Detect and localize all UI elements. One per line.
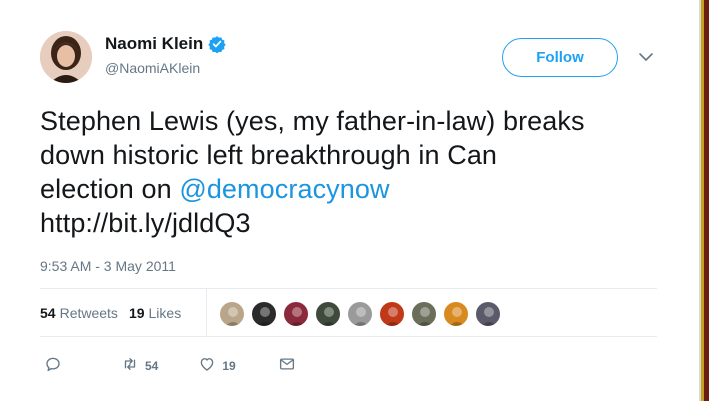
tweet-text-segment: election on bbox=[40, 174, 180, 204]
mention-link[interactable]: @democracynow bbox=[179, 174, 389, 204]
like-count: 19 bbox=[222, 358, 236, 373]
url-link[interactable]: http://bit.ly/jdldQ3 bbox=[40, 206, 660, 240]
user-handle[interactable]: @NaomiAKlein bbox=[105, 60, 200, 76]
liker-avatar-6[interactable] bbox=[379, 301, 405, 327]
tweet-text: Stephen Lewis (yes, my father-in-law) br… bbox=[40, 104, 660, 240]
likes-label: Likes bbox=[148, 305, 182, 321]
retweets-stat[interactable]: 54 Retweets bbox=[40, 305, 118, 321]
liker-avatar-7[interactable] bbox=[411, 301, 437, 327]
direct-message-button[interactable] bbox=[278, 355, 296, 376]
author-name-row[interactable]: Naomi Klein bbox=[105, 34, 226, 54]
liker-avatar-9[interactable] bbox=[475, 301, 501, 327]
page-edge bbox=[699, 0, 709, 401]
tweet-actions: 54 19 bbox=[44, 355, 296, 376]
reply-icon bbox=[44, 355, 62, 376]
verified-badge-icon bbox=[208, 35, 226, 54]
liker-avatar-1[interactable] bbox=[219, 301, 245, 327]
reply-button[interactable] bbox=[44, 355, 62, 376]
liker-avatar-3[interactable] bbox=[283, 301, 309, 327]
likes-stat[interactable]: 19 Likes bbox=[129, 305, 181, 321]
liker-avatar-5[interactable] bbox=[347, 301, 373, 327]
liker-avatar-4[interactable] bbox=[315, 301, 341, 327]
avatar[interactable] bbox=[40, 31, 92, 83]
heart-icon bbox=[198, 355, 216, 376]
tweet-timestamp[interactable]: 9:53 AM - 3 May 2011 bbox=[40, 258, 176, 274]
likes-count: 19 bbox=[128, 305, 145, 321]
retweet-button[interactable]: 54 bbox=[121, 355, 158, 376]
tweet-text-line: down historic left breakthrough in Can bbox=[40, 140, 498, 170]
envelope-icon bbox=[278, 355, 296, 376]
tweet-text-line: Stephen Lewis (yes, my father-in-law) br… bbox=[40, 106, 585, 136]
retweets-label: Retweets bbox=[59, 305, 118, 321]
tweet-stats: 54 Retweets 19 Likes bbox=[40, 305, 181, 321]
retweet-count: 54 bbox=[145, 358, 159, 373]
display-name[interactable]: Naomi Klein bbox=[105, 34, 203, 54]
liker-avatars bbox=[219, 301, 507, 327]
follow-button[interactable]: Follow bbox=[502, 38, 618, 77]
divider bbox=[206, 289, 207, 336]
retweet-icon bbox=[121, 355, 139, 376]
retweets-count: 54 bbox=[40, 305, 56, 321]
like-button[interactable]: 19 bbox=[198, 355, 236, 376]
tweet-card: Naomi Klein @NaomiAKlein Follow Stephen … bbox=[0, 0, 699, 401]
liker-avatar-8[interactable] bbox=[443, 301, 469, 327]
liker-avatar-2[interactable] bbox=[251, 301, 277, 327]
tweet-text-line: election on @democracynow bbox=[40, 172, 660, 206]
divider bbox=[40, 336, 657, 337]
divider bbox=[40, 288, 657, 289]
chevron-down-icon[interactable] bbox=[637, 48, 655, 66]
